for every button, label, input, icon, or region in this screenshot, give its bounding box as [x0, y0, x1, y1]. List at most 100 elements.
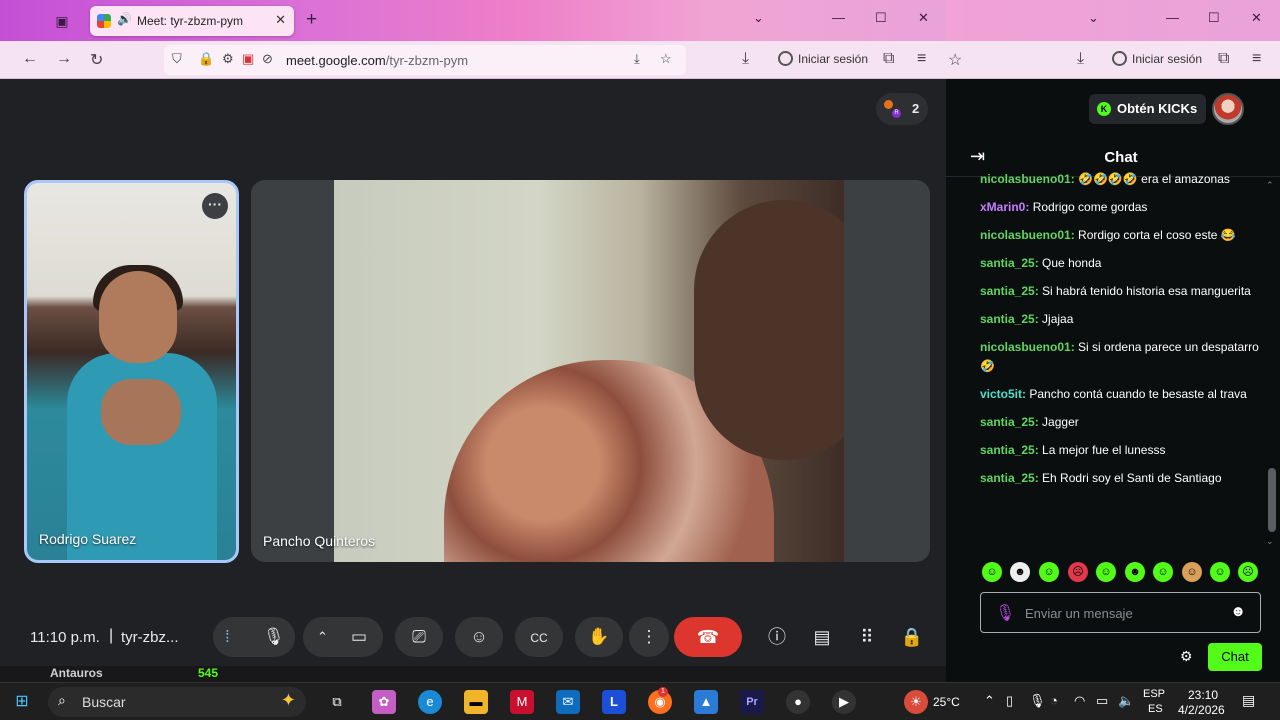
bookmark-star-icon[interactable]: ☆ [948, 50, 962, 70]
microphone-icon[interactable]: 🎙 [263, 617, 285, 657]
wifi-icon[interactable]: ◠ [1074, 693, 1085, 709]
microphone-icon[interactable]: 🎙 [1029, 693, 1046, 709]
emote-icon[interactable]: ☻ [1010, 562, 1030, 582]
more-options-button[interactable]: ⋮ [629, 617, 669, 657]
edge-icon[interactable]: e [418, 690, 442, 714]
scroll-up-icon[interactable]: ⌃ [1266, 180, 1274, 191]
url-bar[interactable]: ⛉ 🔒 ⚙ ▣ ⊘ meet.google.com/tyr-zbzm-pym ⤓… [164, 45, 686, 75]
tray-app-icon[interactable]: ▯ [1006, 693, 1013, 709]
shield-icon[interactable]: ⛉ [172, 51, 182, 67]
emote-icon[interactable]: ☹ [1068, 562, 1088, 582]
chat-username[interactable]: santia_25 [980, 312, 1035, 326]
chat-message-input[interactable] [1025, 603, 1225, 623]
install-app-icon[interactable]: ⤓ [634, 51, 640, 67]
emote-icon[interactable]: ☺ [1039, 562, 1059, 582]
captions-button[interactable]: CC [515, 617, 563, 657]
chat-username[interactable]: nicolasbueno01 [980, 172, 1071, 186]
app-l-icon[interactable]: L [602, 690, 626, 714]
language-indicator[interactable]: ESP [1143, 688, 1165, 700]
minimize-icon[interactable]: — [832, 10, 845, 25]
more-options-icon[interactable]: ··· [202, 193, 228, 219]
outlook-icon[interactable]: ✉ [556, 690, 580, 714]
leave-call-button[interactable]: ☎ [674, 617, 742, 657]
camera-icon[interactable]: ▭ [351, 617, 367, 657]
emote-icon[interactable]: ☺ [982, 562, 1002, 582]
extensions-icon[interactable]: ⧉ [1218, 50, 1229, 68]
chat-button[interactable]: ▤ [802, 617, 842, 657]
close-tab-icon[interactable]: ✕ [275, 12, 286, 28]
scroll-down-icon[interactable]: ⌄ [1266, 536, 1274, 547]
tab-overflow-chevron-icon[interactable]: ⌄ [753, 10, 764, 26]
media-player-icon[interactable]: ▶ [832, 690, 856, 714]
chat-username[interactable]: nicolasbueno01 [980, 340, 1071, 354]
photos-icon[interactable]: ▲ [694, 690, 718, 714]
show-hidden-icons-chevron-icon[interactable]: ⌃ [984, 693, 995, 709]
microphone-icon[interactable]: 🎙 [995, 603, 1015, 623]
avatar[interactable] [1212, 93, 1244, 125]
send-chat-button[interactable]: Chat [1208, 643, 1262, 671]
emote-icon[interactable]: ☺ [1210, 562, 1230, 582]
chat-username[interactable]: nicolasbueno01 [980, 228, 1071, 242]
maximize-icon[interactable]: ☐ [1208, 10, 1220, 26]
mcafee-icon[interactable]: M [510, 690, 534, 714]
volume-icon[interactable]: 🔈 [1118, 693, 1134, 709]
close-window-icon[interactable]: ✕ [1251, 10, 1262, 26]
weather-icon[interactable]: ☀ [904, 690, 928, 714]
downloads-icon[interactable]: ⤓ [742, 50, 749, 68]
wifi-icon[interactable]: ◔ [1050, 693, 1058, 708]
notifications-icon[interactable]: ▤ [1242, 692, 1255, 709]
chat-username[interactable]: santia_25 [980, 415, 1035, 429]
activities-button[interactable]: ⠿ [847, 617, 887, 657]
raise-hand-button[interactable]: ✋ [575, 617, 623, 657]
maximize-icon[interactable]: ☐ [875, 10, 887, 26]
forward-icon[interactable]: → [56, 50, 72, 68]
chat-settings-gear-icon[interactable]: ⚙ [1180, 648, 1193, 665]
tab-meet[interactable]: 🔊 Meet: tyr-zbzm-pym ✕ [90, 6, 294, 36]
tab-overflow-chevron-icon[interactable]: ⌄ [1088, 10, 1099, 26]
speaker-icon[interactable]: 🔊 [117, 12, 132, 26]
extensions-icon[interactable]: ⧉ [883, 50, 894, 68]
reload-icon[interactable]: ↻ [90, 50, 103, 70]
mic-blocked-icon[interactable]: ⊘ [262, 51, 273, 67]
downloads-icon[interactable]: ⤓ [1077, 50, 1084, 68]
taskbar-search[interactable]: ⌕ Buscar ✦ [48, 687, 306, 717]
clock-time[interactable]: 23:10 [1188, 688, 1218, 702]
camera-options-chevron-icon[interactable]: ⌃ [317, 617, 328, 657]
emote-icon[interactable]: ☺ [1182, 562, 1202, 582]
present-screen-button[interactable]: ⎚ [395, 617, 443, 657]
tab-list-icon[interactable]: ▣ [52, 11, 72, 31]
lock-icon[interactable]: 🔒 [198, 51, 214, 67]
battery-icon[interactable]: ▭ [1096, 693, 1108, 709]
obs-icon[interactable]: ● [786, 690, 810, 714]
file-explorer-icon[interactable]: ▬ [464, 690, 488, 714]
signin-button[interactable]: Iniciar sesión [778, 51, 868, 66]
signin-button[interactable]: Iniciar sesión [1112, 51, 1202, 66]
back-icon[interactable]: ← [22, 50, 38, 68]
chat-scrollbar[interactable] [1268, 468, 1276, 532]
emote-icon[interactable]: ☺ [1153, 562, 1173, 582]
chat-username[interactable]: victo5it [980, 387, 1022, 401]
get-kicks-button[interactable]: K Obtén KICKs [1089, 94, 1206, 124]
reactions-button[interactable]: ☺ [455, 617, 503, 657]
chat-username[interactable]: santia_25 [980, 256, 1035, 270]
emote-icon[interactable]: ☺ [1096, 562, 1116, 582]
minimize-icon[interactable]: — [1166, 10, 1179, 25]
emote-icon[interactable]: ☹ [1238, 562, 1258, 582]
emoji-picker-icon[interactable]: ☻ [1230, 603, 1246, 620]
copilot-icon[interactable]: ✿ [372, 690, 396, 714]
participants-chip[interactable]: R 2 [876, 93, 928, 125]
chat-username[interactable]: xMarin0 [980, 200, 1025, 214]
chat-username[interactable]: santia_25 [980, 284, 1035, 298]
close-window-icon[interactable]: ✕ [918, 10, 929, 26]
premiere-pro-icon[interactable]: Pr [740, 690, 764, 714]
task-view-icon[interactable]: ⧉ [325, 690, 349, 714]
participant-tile-pancho[interactable]: Pancho Quinteros [251, 180, 930, 562]
participant-tile-rodrigo[interactable]: ··· Rodrigo Suarez [24, 180, 239, 563]
new-tab-icon[interactable]: + [306, 9, 317, 31]
menu-icon[interactable]: ≡ [1252, 50, 1261, 68]
host-controls-button[interactable]: 🔒 [892, 617, 932, 657]
chat-username[interactable]: santia_25 [980, 471, 1035, 485]
permissions-icon[interactable]: ⚙ [222, 51, 234, 67]
emote-icon[interactable]: ☻ [1125, 562, 1145, 582]
chat-username[interactable]: santia_25 [980, 443, 1035, 457]
